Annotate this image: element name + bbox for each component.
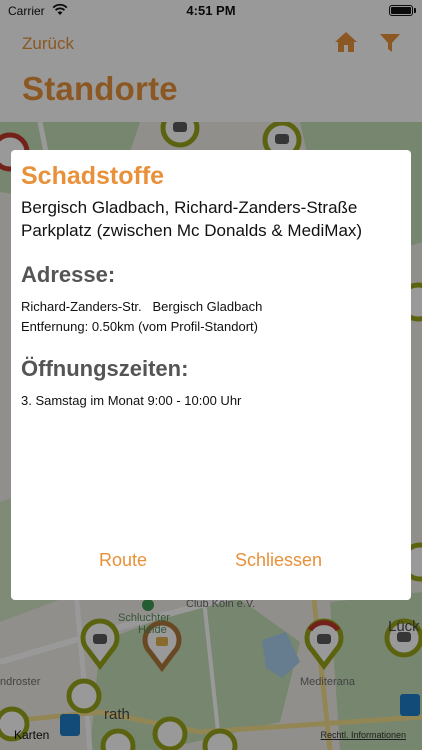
- location-detail-dialog: Schadstoffe Bergisch Gladbach, Richard-Z…: [11, 150, 411, 600]
- close-button[interactable]: Schliessen: [235, 550, 322, 571]
- address-street: Richard-Zanders-Str. Bergisch Gladbach: [21, 299, 263, 314]
- address-heading: Adresse:: [21, 262, 116, 287]
- location-line-2: Parkplatz (zwischen Mc Donalds & MediMax…: [21, 221, 363, 240]
- opening-hours-heading: Öffnungszeiten:: [21, 356, 189, 381]
- dialog-title: Schadstoffe: [21, 162, 165, 190]
- opening-hours-text: 3. Samstag im Monat 9:00 - 10:00 Uhr: [21, 393, 242, 408]
- distance-text: Entfernung: 0.50km (vom Profil-Standort): [21, 319, 258, 334]
- location-line-1: Bergisch Gladbach, Richard-Zanders-Straß…: [21, 198, 358, 217]
- location-name: Bergisch Gladbach, Richard-Zanders-Straß…: [21, 196, 406, 242]
- route-button[interactable]: Route: [99, 550, 147, 571]
